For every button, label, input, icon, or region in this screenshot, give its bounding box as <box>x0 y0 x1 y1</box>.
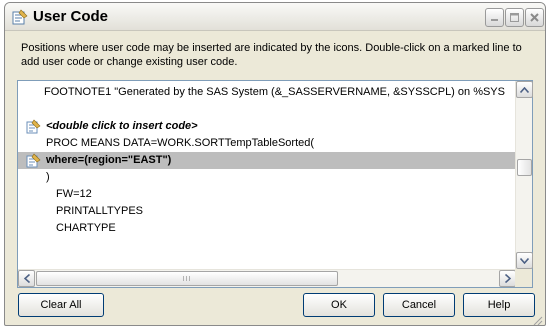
maximize-button[interactable] <box>505 8 524 27</box>
vertical-scrollbar[interactable] <box>515 81 533 269</box>
instructions-text: Positions where user code may be inserte… <box>21 42 522 68</box>
arrow-up-icon <box>520 86 529 93</box>
vertical-scroll-thumb[interactable] <box>517 159 532 176</box>
close-icon <box>530 13 539 22</box>
clear-all-button[interactable]: Clear All <box>18 293 104 317</box>
code-line-text: where=(region="EAST") <box>46 154 172 166</box>
scrollbar-corner <box>515 269 532 287</box>
scroll-right-button[interactable] <box>499 270 516 287</box>
arrow-right-icon <box>504 274 511 283</box>
code-line[interactable]: ) <box>18 169 516 186</box>
code-line[interactable]: CHARTYPE <box>18 220 516 237</box>
scroll-down-button[interactable] <box>516 252 533 269</box>
arrow-left-icon <box>23 274 30 283</box>
code-line[interactable]: PROC MEANS DATA=WORK.SORTTempTableSorted… <box>18 135 516 152</box>
code-line-text: ) <box>46 171 50 183</box>
code-line-text: <double click to insert code> <box>46 120 198 132</box>
close-button[interactable] <box>525 8 544 27</box>
resize-grip-icon[interactable] <box>531 311 543 325</box>
code-line-text: FOOTNOTE1 "Generated by the SAS System (… <box>44 86 505 98</box>
minimize-icon <box>491 19 498 21</box>
code-listing-pane[interactable]: FOOTNOTE1 "Generated by the SAS System (… <box>17 80 533 288</box>
horizontal-scrollbar[interactable]: III <box>18 269 516 287</box>
code-line-insert-marker[interactable]: <double click to insert code> <box>18 118 516 135</box>
ok-button[interactable]: OK <box>303 293 375 317</box>
code-line[interactable] <box>18 101 516 118</box>
dialog-title: User Code <box>33 8 109 25</box>
scroll-up-button[interactable] <box>516 81 533 98</box>
help-button[interactable]: Help <box>463 293 535 317</box>
user-code-dialog: User Code Positions where user code may … <box>4 2 546 326</box>
code-line-text: PRINTALLTYPES <box>56 205 144 217</box>
code-line[interactable]: PRINTALLTYPES <box>18 203 516 220</box>
code-editor-icon <box>12 9 28 25</box>
code-line-text: CHARTYPE <box>56 222 116 234</box>
code-line-user-code[interactable]: where=(region="EAST") <box>18 152 516 169</box>
maximize-icon <box>510 13 519 22</box>
horizontal-scroll-thumb[interactable]: III <box>36 271 338 286</box>
code-line-text: PROC MEANS DATA=WORK.SORTTempTableSorted… <box>46 137 315 149</box>
insert-code-marker-icon <box>26 119 41 134</box>
arrow-down-icon <box>520 257 529 264</box>
code-lines[interactable]: FOOTNOTE1 "Generated by the SAS System (… <box>18 81 516 269</box>
code-line[interactable]: FOOTNOTE1 "Generated by the SAS System (… <box>18 84 516 101</box>
scroll-grip: III <box>182 274 192 283</box>
code-line[interactable]: FW=12 <box>18 186 516 203</box>
title-bar[interactable]: User Code <box>5 3 545 31</box>
minimize-button[interactable] <box>485 8 504 27</box>
user-code-marker-icon <box>26 153 41 168</box>
code-line-text: FW=12 <box>56 188 92 200</box>
cancel-button[interactable]: Cancel <box>383 293 455 317</box>
scroll-left-button[interactable] <box>18 270 35 287</box>
